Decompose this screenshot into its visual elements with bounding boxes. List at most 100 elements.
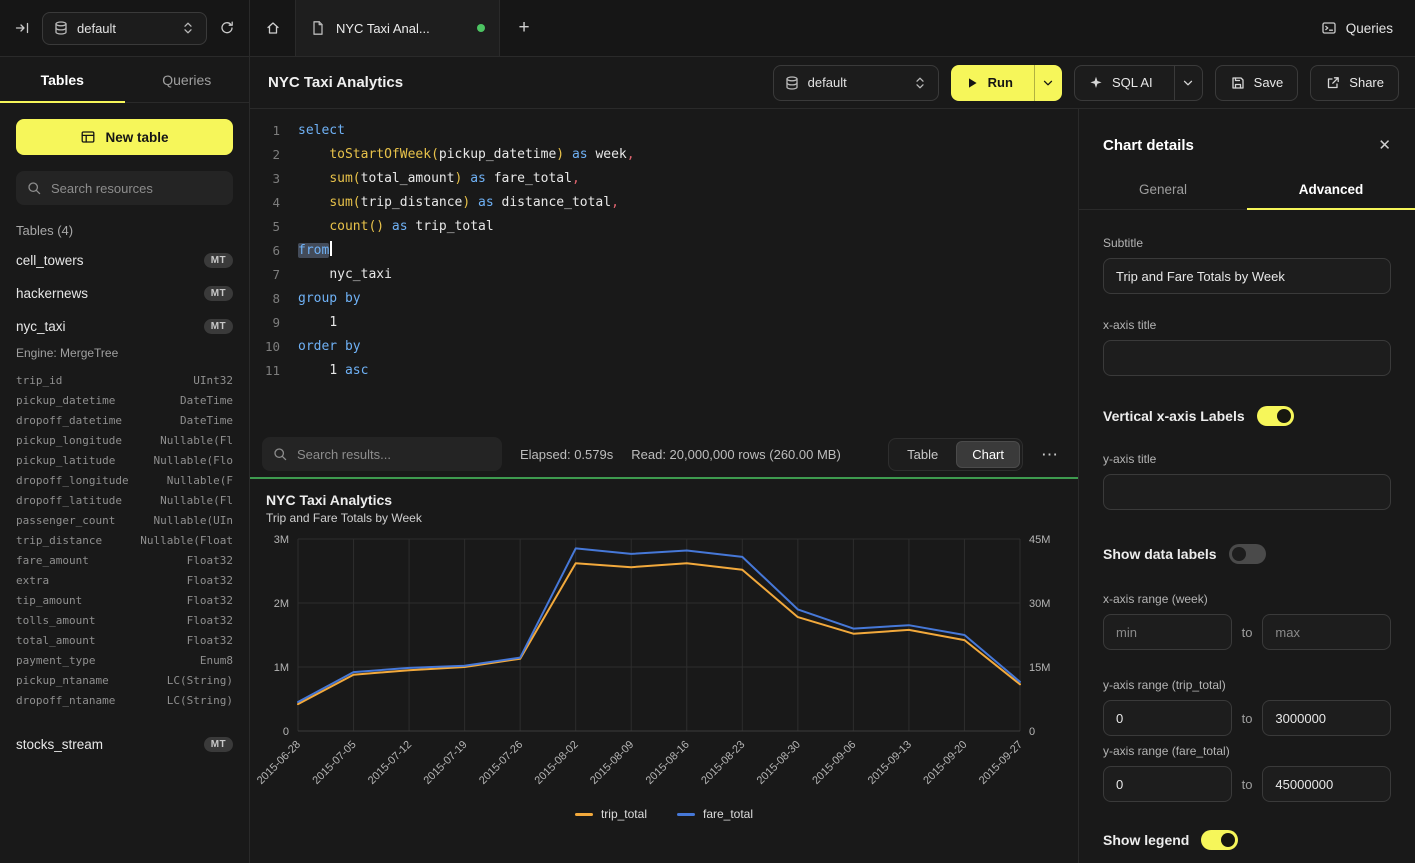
svg-text:2015-07-05: 2015-07-05 (310, 739, 358, 787)
database-icon (784, 75, 800, 91)
chevron-down-icon (1040, 75, 1056, 91)
sidebar-tab-queries[interactable]: Queries (125, 57, 250, 102)
legend-item[interactable]: fare_total (677, 807, 753, 821)
more-options-icon[interactable]: ⋯ (1041, 446, 1066, 463)
refresh-icon[interactable] (219, 20, 235, 36)
yaxis-range-trip-max-input[interactable] (1262, 700, 1391, 736)
results-search-input[interactable] (297, 447, 492, 462)
column-name: pickup_ntaname (16, 674, 109, 687)
code-text: sum(total_amount) as fare_total, (298, 167, 580, 191)
svg-text:45M: 45M (1029, 534, 1050, 546)
svg-text:2015-08-09: 2015-08-09 (588, 739, 636, 787)
yaxis-range-fare-max-input[interactable] (1262, 766, 1391, 802)
yaxis-range-trip-min-input[interactable] (1103, 700, 1232, 736)
table-item[interactable]: nyc_taxiMT (0, 310, 249, 343)
new-tab-button[interactable]: + (500, 0, 548, 56)
table-item[interactable]: stocks_streamMT (0, 728, 249, 761)
collapse-sidebar-icon[interactable] (14, 20, 30, 36)
legend-label: fare_total (703, 807, 753, 821)
sql-ai-button[interactable]: SQL AI (1075, 66, 1166, 100)
show-data-labels-row: Show data labels (1103, 544, 1391, 564)
svg-text:30M: 30M (1029, 598, 1050, 610)
table-name: nyc_taxi (16, 319, 66, 334)
legend-item[interactable]: trip_total (575, 807, 647, 821)
line-number: 5 (250, 215, 280, 239)
column-type: Float32 (187, 614, 233, 627)
line-number: 11 (250, 359, 280, 383)
svg-text:2015-08-30: 2015-08-30 (755, 739, 803, 787)
save-button[interactable]: Save (1215, 65, 1299, 101)
svg-text:0: 0 (283, 726, 289, 738)
engine-badge: MT (204, 253, 233, 268)
code-line: 3 sum(total_amount) as fare_total, (250, 167, 1078, 191)
yaxis-range-fare-min-input[interactable] (1103, 766, 1232, 802)
column-list: trip_idUInt32pickup_datetimeDateTimedrop… (0, 370, 249, 718)
column-row: dropoff_ntanameLC(String) (16, 690, 233, 710)
home-button[interactable] (250, 0, 296, 56)
show-legend-toggle[interactable] (1201, 830, 1238, 850)
table-grid-icon (80, 129, 96, 145)
close-icon[interactable]: ✕ (1378, 138, 1391, 153)
sidebar-search-input[interactable] (51, 181, 223, 196)
yaxis-range-fare-row: to (1103, 766, 1391, 802)
column-type: Float32 (187, 574, 233, 587)
svg-text:2015-09-20: 2015-09-20 (921, 739, 969, 787)
subtitle-input[interactable] (1103, 258, 1391, 294)
query-tab[interactable]: NYC Taxi Anal... (296, 0, 500, 56)
sidebar-tab-tables[interactable]: Tables (0, 57, 125, 102)
show-legend-label: Show legend (1103, 832, 1189, 848)
sql-editor[interactable]: 1select2 toStartOfWeek(pickup_datetime) … (250, 109, 1078, 431)
chart-subtitle: Trip and Fare Totals by Week (250, 511, 1078, 525)
header-controls: default Run (773, 65, 1399, 101)
table-item[interactable]: cell_towersMT (0, 244, 249, 277)
xaxis-title-label: x-axis title (1103, 318, 1391, 332)
database-selector-value: default (77, 21, 172, 36)
column-type: UInt32 (193, 374, 233, 387)
svg-text:15M: 15M (1029, 662, 1050, 674)
vertical-xaxis-labels-toggle[interactable] (1257, 406, 1294, 426)
xaxis-range-min-input[interactable] (1103, 614, 1232, 650)
share-button[interactable]: Share (1310, 65, 1399, 101)
panel-tab-general[interactable]: General (1079, 170, 1247, 209)
content: NYC Taxi Analytics default (250, 57, 1415, 863)
chart-details-panel: Chart details ✕ General Advanced Subtitl… (1078, 109, 1415, 863)
column-type: Nullable(Fl (160, 434, 233, 447)
view-tab-table[interactable]: Table (891, 441, 954, 468)
header-database-selector[interactable]: default (773, 65, 939, 101)
line-number: 6 (250, 239, 280, 263)
line-number: 9 (250, 311, 280, 335)
column-name: trip_distance (16, 534, 102, 547)
code-line: 11 1 asc (250, 359, 1078, 383)
sql-ai-button-group: SQL AI (1074, 65, 1203, 101)
xaxis-range-max-input[interactable] (1262, 614, 1391, 650)
panel-tab-advanced[interactable]: Advanced (1247, 170, 1415, 209)
sql-ai-options-button[interactable] (1174, 66, 1202, 100)
engine-label: Engine: MergeTree (0, 343, 249, 370)
legend-swatch (575, 813, 593, 816)
panel-tabs: General Advanced (1079, 170, 1415, 210)
run-options-button[interactable] (1034, 65, 1062, 101)
xaxis-title-input[interactable] (1103, 340, 1391, 376)
show-data-labels-label: Show data labels (1103, 546, 1217, 562)
column-row: tolls_amountFloat32 (16, 610, 233, 630)
queries-icon (1321, 20, 1337, 36)
column-type: Float32 (187, 594, 233, 607)
panel-header: Chart details ✕ (1079, 109, 1415, 170)
view-tab-chart[interactable]: Chart (956, 441, 1020, 468)
database-selector[interactable]: default (42, 12, 207, 45)
show-data-labels-toggle[interactable] (1229, 544, 1266, 564)
code-line: 5 count() as trip_total (250, 215, 1078, 239)
code-line: 1select (250, 119, 1078, 143)
line-number: 8 (250, 287, 280, 311)
new-table-button[interactable]: New table (16, 119, 233, 155)
run-button[interactable]: Run (951, 65, 1026, 101)
sql-ai-label: SQL AI (1112, 75, 1153, 90)
legend-swatch (677, 813, 695, 816)
code-line: 4 sum(trip_distance) as distance_total, (250, 191, 1078, 215)
queries-button[interactable]: Queries (1321, 20, 1393, 36)
yaxis-title-input[interactable] (1103, 474, 1391, 510)
run-button-label: Run (988, 75, 1013, 90)
code-lines: 1select2 toStartOfWeek(pickup_datetime) … (250, 119, 1078, 383)
code-text: toStartOfWeek(pickup_datetime) as week, (298, 143, 635, 167)
table-item[interactable]: hackernewsMT (0, 277, 249, 310)
